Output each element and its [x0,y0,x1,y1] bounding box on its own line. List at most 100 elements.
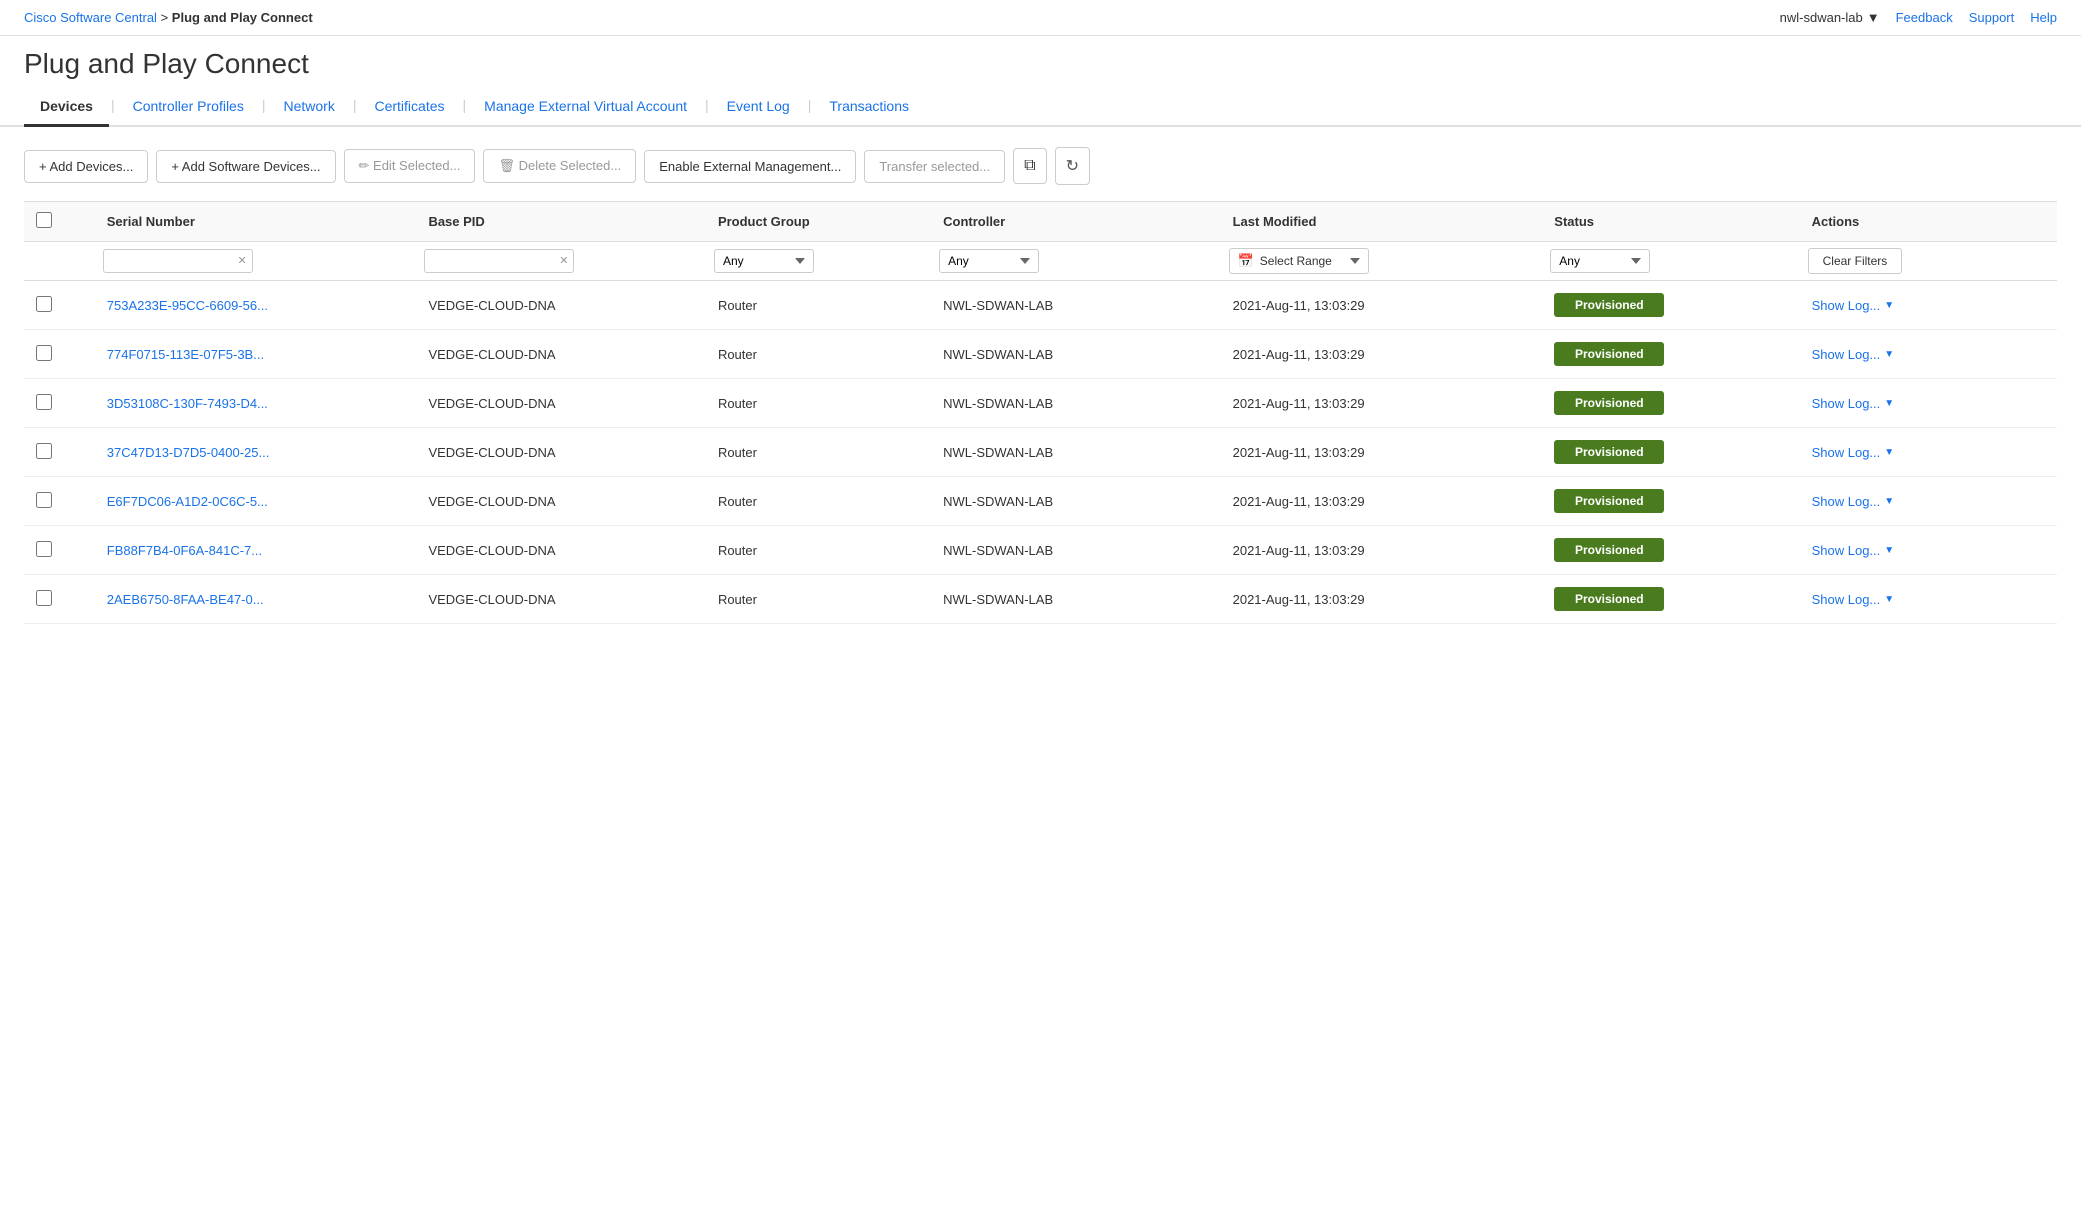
add-software-devices-button[interactable]: + Add Software Devices... [156,150,335,183]
feedback-link[interactable]: Feedback [1896,10,1953,25]
action-dropdown-arrow-6: ▼ [1884,594,1894,605]
row-status-3: Provisioned [1542,428,1799,477]
device-table: Serial Number Base PID Product Group Con… [24,201,2057,624]
tab-event-log[interactable]: Event Log [711,88,806,127]
breadcrumb-current: Plug and Play Connect [172,10,313,25]
row-serial-3: 37C47D13-D7D5-0400-25... [95,428,417,477]
delete-selected-button[interactable]: 🗑 Delete Selected... [483,149,636,183]
col-header-controller: Controller [931,202,1221,242]
tabs-nav: Devices | Controller Profiles | Network … [0,88,2081,127]
copy-icon: ⧉ [1024,157,1035,175]
action-dropdown-arrow-1: ▼ [1884,349,1894,360]
table-row: 774F0715-113E-07F5-3B... VEDGE-CLOUD-DNA… [24,330,2057,379]
status-badge-5: Provisioned [1554,538,1664,562]
show-log-link-5[interactable]: Show Log... ▼ [1812,543,1895,558]
row-status-5: Provisioned [1542,526,1799,575]
toolbar: + Add Devices... + Add Software Devices.… [24,147,2057,185]
row-controller-2: NWL-SDWAN-LAB [931,379,1221,428]
tab-certificates[interactable]: Certificates [358,88,460,127]
account-dropdown-arrow: ▼ [1867,10,1880,25]
filter-group-select[interactable]: Any [714,249,814,273]
breadcrumb-parent[interactable]: Cisco Software Central [24,10,157,25]
clear-filters-button[interactable]: Clear Filters [1808,248,1903,274]
filter-status-cell: Any [1542,242,1799,281]
support-link[interactable]: Support [1969,10,2015,25]
serial-link-0[interactable]: 753A233E-95CC-6609-56... [107,298,268,313]
show-log-link-4[interactable]: Show Log... ▼ [1812,494,1895,509]
row-checkbox-4[interactable] [36,492,52,508]
filter-date-button[interactable]: 📅 Select Range [1229,248,1369,274]
row-checkbox-2[interactable] [36,394,52,410]
row-group-4: Router [706,477,931,526]
serial-link-1[interactable]: 774F0715-113E-07F5-3B... [107,347,264,362]
row-pid-3: VEDGE-CLOUD-DNA [416,428,706,477]
col-header-actions: Actions [1800,202,2057,242]
row-actions-2: Show Log... ▼ [1800,379,2057,428]
status-badge-1: Provisioned [1554,342,1664,366]
col-header-status: Status [1542,202,1799,242]
row-status-1: Provisioned [1542,330,1799,379]
tab-devices[interactable]: Devices [24,88,109,127]
transfer-selected-button[interactable]: Transfer selected... [864,150,1005,183]
show-log-link-6[interactable]: Show Log... ▼ [1812,592,1895,607]
select-all-header [24,202,95,242]
serial-link-4[interactable]: E6F7DC06-A1D2-0C6C-5... [107,494,268,509]
add-software-devices-label: + Add Software Devices... [171,159,320,174]
serial-link-2[interactable]: 3D53108C-130F-7493-D4... [107,396,268,411]
row-checkbox-5[interactable] [36,541,52,557]
refresh-button[interactable]: ↻ [1055,147,1090,185]
filter-row: ✕ ✕ Any [24,242,2057,281]
serial-link-5[interactable]: FB88F7B4-0F6A-841C-7... [107,543,262,558]
row-pid-5: VEDGE-CLOUD-DNA [416,526,706,575]
tab-manage-external[interactable]: Manage External Virtual Account [468,88,703,127]
row-checkbox-cell [24,526,95,575]
show-log-link-3[interactable]: Show Log... ▼ [1812,445,1895,460]
action-dropdown-arrow-2: ▼ [1884,398,1894,409]
serial-link-3[interactable]: 37C47D13-D7D5-0400-25... [107,445,270,460]
row-pid-0: VEDGE-CLOUD-DNA [416,281,706,330]
filter-pid-clear[interactable]: ✕ [559,256,568,267]
show-log-link-1[interactable]: Show Log... ▼ [1812,347,1895,362]
filter-group-cell: Any [706,242,931,281]
add-devices-label: + Add Devices... [39,159,133,174]
serial-link-6[interactable]: 2AEB6750-8FAA-BE47-0... [107,592,264,607]
row-pid-4: VEDGE-CLOUD-DNA [416,477,706,526]
copy-button[interactable]: ⧉ [1013,148,1046,184]
row-pid-6: VEDGE-CLOUD-DNA [416,575,706,624]
page-title: Plug and Play Connect [24,48,2057,80]
action-dropdown-arrow-4: ▼ [1884,496,1894,507]
tab-network[interactable]: Network [267,88,350,127]
calendar-icon: 📅 [1238,253,1254,269]
tab-controller-profiles[interactable]: Controller Profiles [117,88,260,127]
row-actions-4: Show Log... ▼ [1800,477,2057,526]
row-group-3: Router [706,428,931,477]
account-dropdown[interactable]: nwl-sdwan-lab ▼ [1780,10,1880,25]
row-checkbox-cell [24,477,95,526]
row-checkbox-1[interactable] [36,345,52,361]
tab-sep-1: | [109,88,117,125]
filter-serial-input[interactable] [103,249,253,273]
status-badge-3: Provisioned [1554,440,1664,464]
edit-selected-button[interactable]: ✏ Edit Selected... [344,149,476,183]
filter-controller-select[interactable]: Any [939,249,1039,273]
row-checkbox-0[interactable] [36,296,52,312]
row-actions-6: Show Log... ▼ [1800,575,2057,624]
filter-checkbox-cell [24,242,95,281]
show-log-link-0[interactable]: Show Log... ▼ [1812,298,1895,313]
table-row: FB88F7B4-0F6A-841C-7... VEDGE-CLOUD-DNA … [24,526,2057,575]
show-log-link-2[interactable]: Show Log... ▼ [1812,396,1895,411]
tab-sep-2: | [260,88,268,125]
device-table-container: Serial Number Base PID Product Group Con… [24,201,2057,624]
filter-pid-input[interactable] [424,249,574,273]
table-row: 753A233E-95CC-6609-56... VEDGE-CLOUD-DNA… [24,281,2057,330]
status-badge-4: Provisioned [1554,489,1664,513]
enable-external-button[interactable]: Enable External Management... [644,150,856,183]
tab-transactions[interactable]: Transactions [813,88,925,127]
filter-status-select[interactable]: Any [1550,249,1650,273]
row-checkbox-3[interactable] [36,443,52,459]
select-all-checkbox[interactable] [36,212,52,228]
row-checkbox-6[interactable] [36,590,52,606]
help-link[interactable]: Help [2030,10,2057,25]
filter-serial-clear[interactable]: ✕ [238,256,247,267]
add-devices-button[interactable]: + Add Devices... [24,150,148,183]
